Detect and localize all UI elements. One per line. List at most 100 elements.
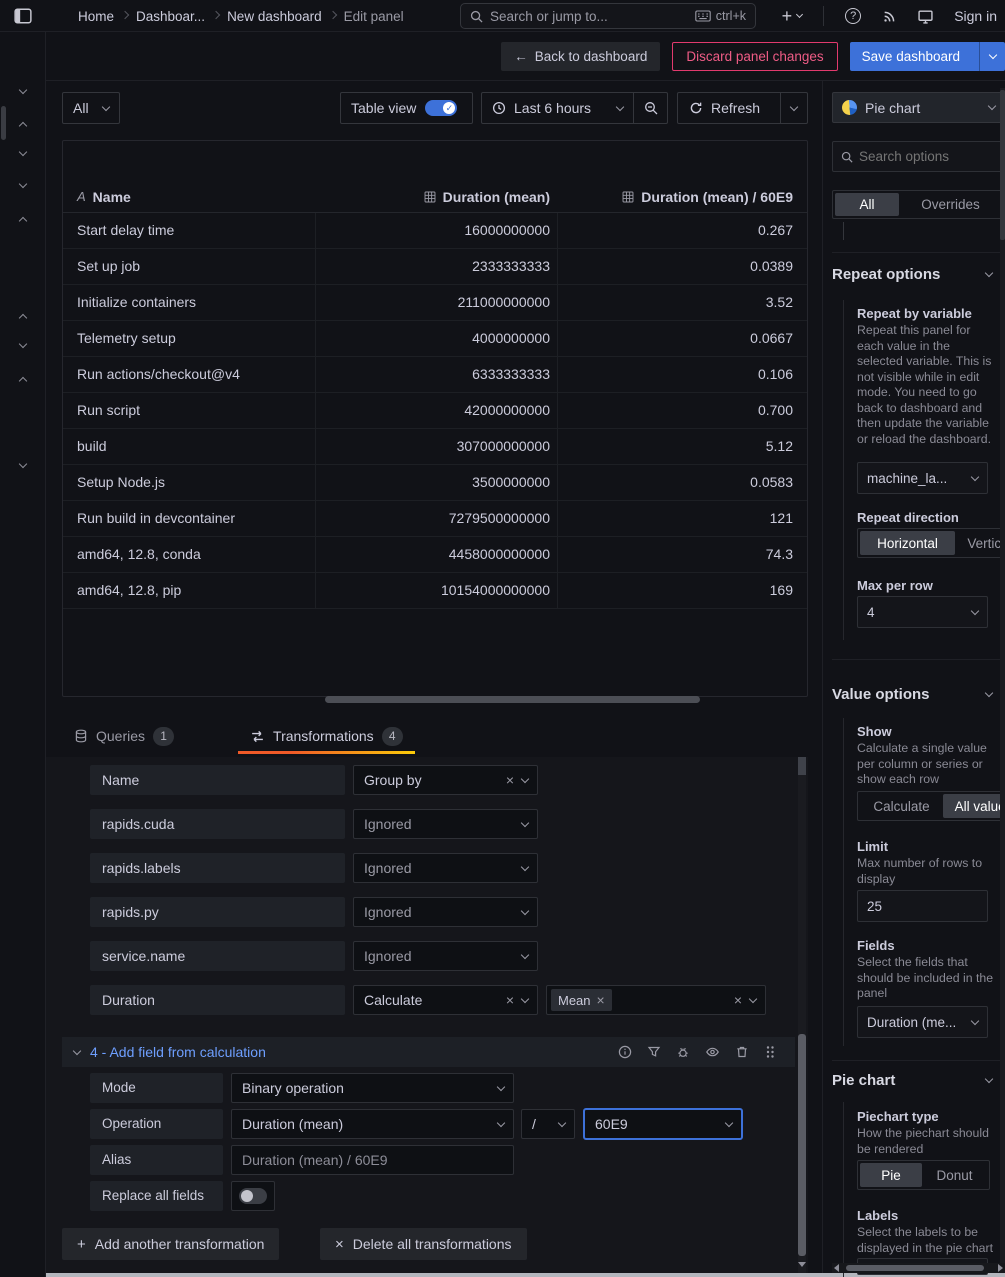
groupby-operation-select[interactable]: Ignored [353, 853, 538, 883]
transformation-header[interactable]: 4 - Add field from calculation [62, 1037, 795, 1067]
nav-section-chevron-down-icon[interactable] [19, 148, 27, 156]
direction-horizontal[interactable]: Horizontal [860, 531, 955, 555]
replace-fields-toggle[interactable] [231, 1181, 275, 1211]
discard-panel-changes-button[interactable]: Discard panel changes [672, 42, 837, 71]
collapse-chevron-icon[interactable] [73, 1046, 81, 1054]
add-button[interactable]: + [782, 6, 803, 27]
scrollbar-thumb[interactable] [798, 757, 806, 775]
save-dashboard-dropdown[interactable] [979, 42, 1005, 71]
aggregation-chip: Mean × [551, 989, 612, 1011]
column-header-duration-ratio[interactable]: Duration (mean) / 60E9 [557, 181, 807, 212]
direction-vertical[interactable]: Vertical [955, 531, 1005, 555]
refresh-interval-dropdown[interactable] [781, 93, 807, 123]
groupby-operation-select[interactable]: Calculate × [353, 985, 538, 1015]
nav-section-chevron-down-icon[interactable] [19, 460, 27, 468]
alias-input[interactable] [231, 1145, 514, 1175]
scrollbar-right-arrow[interactable] [998, 1264, 1003, 1272]
nav-section-chevron-up-icon[interactable] [19, 377, 27, 385]
monitor-icon[interactable] [918, 9, 933, 24]
search-input[interactable] [490, 9, 688, 24]
column-header-name[interactable]: A Name [63, 181, 315, 212]
save-dashboard-button[interactable]: Save dashboard [850, 42, 1005, 71]
filter-icon[interactable] [647, 1045, 661, 1059]
breadcrumb-dashboards[interactable]: Dashboar... [136, 9, 205, 24]
delete-all-transformations-button[interactable]: × Delete all transformations [320, 1228, 527, 1260]
right-operand-select[interactable]: 60E9 [583, 1108, 743, 1140]
back-to-dashboard-button[interactable]: ← Back to dashboard [501, 42, 660, 71]
left-operand-select[interactable]: Duration (mean) [231, 1109, 514, 1139]
clear-icon[interactable]: × [506, 773, 514, 787]
show-calculate[interactable]: Calculate [860, 794, 943, 818]
news-rss-icon[interactable] [882, 9, 897, 24]
max-per-row-select[interactable]: 4 [857, 596, 988, 628]
horizontal-scrollbar-thumb[interactable] [846, 1265, 984, 1271]
scrollbar-down-arrow[interactable] [798, 1262, 806, 1267]
tab-overrides[interactable]: Overrides [899, 193, 1002, 216]
mode-select[interactable]: Binary operation [231, 1073, 514, 1103]
breadcrumb-new-dashboard[interactable]: New dashboard [227, 9, 322, 24]
column-header-duration-mean[interactable]: Duration (mean) [315, 181, 557, 212]
repeat-variable-select[interactable]: machine_la... [857, 462, 988, 494]
cell-ratio: 74.3 [557, 537, 807, 572]
limit-input[interactable] [858, 899, 987, 914]
visualization-picker[interactable]: Pie chart [832, 92, 1005, 123]
time-range-picker[interactable]: Last 6 hours [482, 93, 633, 123]
help-icon[interactable]: ? [845, 8, 861, 24]
horizontal-scrollbar-thumb[interactable] [325, 696, 700, 703]
nav-scrollbar-thumb[interactable] [1, 106, 6, 140]
panel-editor-actions: ← Back to dashboard Discard panel change… [46, 32, 1005, 80]
breadcrumb-home[interactable]: Home [78, 9, 114, 24]
debug-icon[interactable] [676, 1045, 690, 1059]
table-header-row: A Name Duration (mean) Duration (mean) /… [63, 181, 807, 213]
drag-handle-icon[interactable] [764, 1045, 776, 1059]
options-search[interactable] [832, 141, 1005, 172]
nav-section-chevron-down-icon[interactable] [19, 180, 27, 188]
scrollbar-track[interactable] [1000, 88, 1005, 1273]
clear-icon[interactable]: × [506, 993, 514, 1007]
options-search-input[interactable] [859, 149, 996, 164]
add-transformation-button[interactable]: + Add another transformation [62, 1228, 279, 1260]
groupby-operation-select[interactable]: Ignored [353, 897, 538, 927]
tab-queries[interactable]: Queries 1 [62, 718, 186, 754]
type-pie[interactable]: Pie [860, 1163, 922, 1187]
zoom-out-time-button[interactable] [634, 93, 667, 123]
sign-in-button[interactable]: Sign in [954, 8, 997, 24]
global-search[interactable]: ctrl+k [460, 3, 756, 29]
eye-icon[interactable] [705, 1045, 720, 1059]
piechart-type-label: Piechart type [857, 1109, 939, 1124]
section-header-value-options[interactable]: Value options [832, 686, 992, 703]
remove-chip-icon[interactable]: × [597, 993, 605, 1007]
trash-icon[interactable] [735, 1045, 749, 1059]
field-label: Name [90, 765, 345, 795]
refresh-button[interactable]: Refresh [678, 93, 780, 123]
nav-section-chevron-down-icon[interactable] [19, 86, 27, 94]
aggregation-multiselect[interactable]: Mean × × [546, 985, 766, 1015]
section-header-pie-chart[interactable]: Pie chart [832, 1072, 992, 1089]
nav-section-chevron-up-icon[interactable] [19, 314, 27, 322]
groupby-operation-select[interactable]: Ignored [353, 941, 538, 971]
clear-icon[interactable]: × [734, 993, 742, 1007]
groupby-operation-select[interactable]: Group by × [353, 765, 538, 795]
show-all-values[interactable]: All values [943, 794, 1005, 818]
variable-filter-select[interactable]: All [62, 92, 120, 124]
table-view-toggle[interactable]: ✓ [425, 100, 457, 116]
operator-select[interactable]: / [521, 1109, 575, 1139]
scrollbar-thumb[interactable] [798, 1034, 806, 1256]
nav-section-chevron-down-icon[interactable] [19, 340, 27, 348]
groupby-operation-select[interactable]: Ignored [353, 809, 538, 839]
max-per-row-label: Max per row [857, 578, 933, 593]
tab-all[interactable]: All [835, 193, 899, 216]
transformation-title[interactable]: 4 - Add field from calculation [90, 1044, 618, 1060]
scrollbar-left-arrow[interactable] [834, 1264, 839, 1272]
fields-select[interactable]: Duration (me... [857, 1006, 988, 1038]
cell-name: Run script [63, 393, 315, 428]
nav-section-chevron-up-icon[interactable] [19, 217, 27, 225]
dock-menu-icon[interactable] [14, 7, 32, 25]
tab-transformations[interactable]: Transformations 4 [238, 718, 415, 754]
info-icon[interactable] [618, 1045, 632, 1059]
type-donut[interactable]: Donut [922, 1163, 987, 1187]
nav-section-chevron-up-icon[interactable] [19, 122, 27, 130]
scrollbar-thumb[interactable] [1000, 90, 1005, 240]
section-header-repeat-options[interactable]: Repeat options [832, 266, 992, 283]
field-label: rapids.cuda [90, 809, 345, 839]
